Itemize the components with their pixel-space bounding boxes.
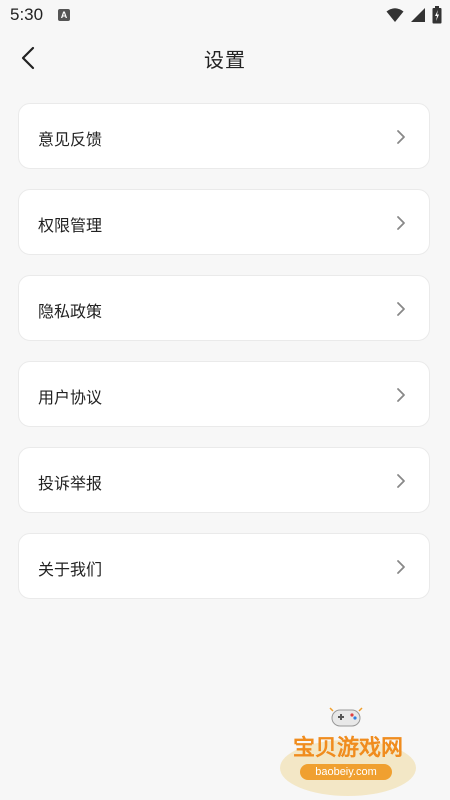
menu-item-label: 隐私政策 xyxy=(38,302,103,321)
menu-item-label: 意见反馈 xyxy=(38,130,103,149)
chevron-right-icon xyxy=(397,302,405,316)
watermark-logo: 宝贝游戏网 baobeiy.com xyxy=(276,704,426,796)
menu-item-label: 投诉举报 xyxy=(38,474,103,493)
status-bar: 5:30 A xyxy=(0,0,450,30)
battery-icon xyxy=(432,6,442,24)
settings-menu-list: 意见反馈 权限管理 隐私政策 用户协议 投诉举报 关于我们 xyxy=(18,103,432,619)
menu-item-label: 用户协议 xyxy=(38,388,103,407)
notification-badge-icon: A xyxy=(58,9,70,21)
menu-item-label: 权限管理 xyxy=(38,216,103,235)
watermark-domain: baobeiy.com xyxy=(300,764,392,780)
status-time: 5:30 xyxy=(10,5,44,24)
cellular-signal-icon xyxy=(411,8,425,22)
gamepad-icon xyxy=(329,707,363,727)
watermark-title: 宝贝游戏网 xyxy=(292,736,403,761)
status-icons xyxy=(386,6,442,24)
menu-item-label: 关于我们 xyxy=(38,560,103,579)
chevron-right-icon xyxy=(397,216,405,230)
menu-item-feedback[interactable]: 意见反馈 xyxy=(18,103,430,169)
menu-item-about-us[interactable]: 关于我们 xyxy=(18,533,430,599)
header: 设置 xyxy=(0,30,450,86)
page-title: 设置 xyxy=(204,48,246,72)
menu-item-user-agreement[interactable]: 用户协议 xyxy=(18,361,430,427)
menu-item-permissions[interactable]: 权限管理 xyxy=(18,189,430,255)
menu-item-privacy-policy[interactable]: 隐私政策 xyxy=(18,275,430,341)
chevron-right-icon xyxy=(397,130,405,144)
chevron-right-icon xyxy=(397,474,405,488)
menu-item-complaint-report[interactable]: 投诉举报 xyxy=(18,447,430,513)
wifi-icon xyxy=(386,8,404,22)
chevron-right-icon xyxy=(397,388,405,402)
settings-screen: 5:30 A 设置 意见反馈 权限管理 隐私政策 用户协议 投诉举报 关于我们 … xyxy=(0,0,450,800)
chevron-right-icon xyxy=(397,560,405,574)
